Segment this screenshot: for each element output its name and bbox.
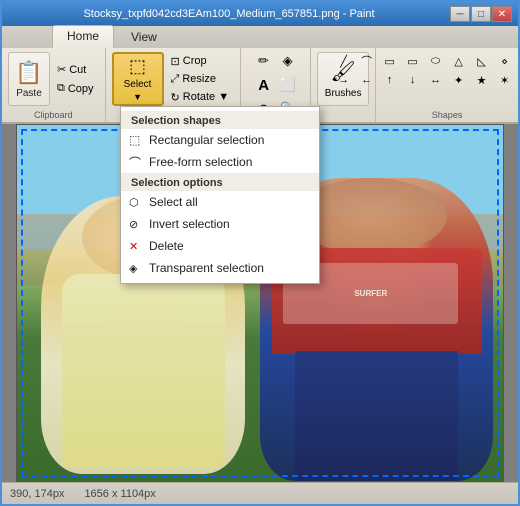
copy-button[interactable]: ⧉ Copy	[52, 80, 99, 98]
selection-shapes-header: Selection shapes	[121, 111, 319, 129]
shape-rect[interactable]: ▭	[379, 52, 401, 70]
clipboard-content: 📋 Paste ✂ Cut ⧉ Copy	[8, 48, 99, 108]
eraser-tool[interactable]: ⬜	[277, 74, 299, 96]
cut-button[interactable]: ✂ Cut	[52, 61, 99, 79]
shapes-label: Shapes	[376, 110, 518, 120]
select-all-icon: ⬡	[129, 196, 139, 209]
title-bar: 💾 ↩ ↪ ▼ Stocksy_txpfd042cd3EAm100_Medium…	[2, 2, 518, 26]
copy-label: Copy	[68, 83, 94, 95]
crop-label: Crop	[183, 55, 207, 67]
shape-star6[interactable]: ✶	[494, 71, 516, 89]
image-content: ⬚ Select ▼ ⊡ Crop ⤢ Resize ↻ Rotate	[112, 48, 235, 108]
resize-button[interactable]: ⤢ Resize	[166, 71, 235, 88]
copy-icon: ⧉	[57, 82, 65, 95]
window-title: Stocksy_txpfd042cd3EAm100_Medium_657851.…	[8, 8, 450, 20]
main-window: 💾 ↩ ↪ ▼ Stocksy_txpfd042cd3EAm100_Medium…	[0, 0, 520, 506]
paste-button[interactable]: 📋 Paste	[8, 52, 50, 106]
minimize-button[interactable]: ─	[450, 6, 470, 22]
cut-icon: ✂	[57, 63, 66, 76]
shape-line[interactable]: ╱	[333, 52, 355, 70]
dropdown-menu: Selection shapes ⬚ Rectangular selection…	[120, 106, 320, 284]
freeform-icon: ⌒	[129, 154, 141, 171]
window-controls: ─ □ ✕	[450, 6, 512, 22]
paste-icon: 📋	[15, 60, 42, 86]
shape-callout[interactable]: 💬	[517, 71, 520, 89]
tab-view[interactable]: View	[116, 26, 172, 48]
shape-ellipse[interactable]: ⬭	[425, 52, 447, 70]
text-tool[interactable]: A	[253, 74, 275, 96]
clipboard-label: Clipboard	[2, 110, 105, 120]
image-action-buttons: ⊡ Crop ⤢ Resize ↻ Rotate ▼	[166, 53, 235, 106]
select-dropdown-icon: ▼	[133, 92, 142, 102]
maximize-button[interactable]: □	[471, 6, 491, 22]
fill-tool[interactable]: ◈	[277, 50, 299, 72]
shape-right-triangle[interactable]: ◺	[471, 52, 493, 70]
crop-button[interactable]: ⊡ Crop	[166, 53, 235, 70]
size-display: 1656 x 1104px	[84, 488, 155, 500]
shape-arrow-down[interactable]: ↓	[402, 71, 424, 89]
selection-options-header: Selection options	[121, 173, 319, 191]
invert-selection-item[interactable]: ⊘ Invert selection	[121, 213, 319, 235]
crop-icon: ⊡	[171, 55, 180, 68]
rectangular-selection-item[interactable]: ⬚ Rectangular selection	[121, 129, 319, 151]
select-all-item[interactable]: ⬡ Select all	[121, 191, 319, 213]
shape-roundrect[interactable]: ▭	[402, 52, 424, 70]
shape-diamond[interactable]: ⋄	[494, 52, 516, 70]
coords-display: 390, 174px	[10, 488, 64, 500]
select-label: Select	[124, 79, 152, 90]
resize-label: Resize	[182, 73, 216, 85]
paste-label: Paste	[16, 88, 42, 99]
resize-icon: ⤢	[171, 73, 180, 86]
rotate-icon: ↻	[171, 91, 180, 104]
rotate-button[interactable]: ↻ Rotate ▼	[166, 89, 235, 106]
rectangular-icon: ⬚	[129, 133, 140, 147]
tab-home[interactable]: Home	[52, 25, 114, 48]
select-button[interactable]: ⬚ Select ▼	[112, 52, 164, 106]
clipboard-group: 📋 Paste ✂ Cut ⧉ Copy Clipboard	[2, 48, 106, 122]
shape-star4[interactable]: ✦	[448, 71, 470, 89]
cut-copy-buttons: ✂ Cut ⧉ Copy	[52, 61, 99, 98]
shape-arrow[interactable]: →	[333, 71, 355, 89]
person-right-bottom	[295, 351, 458, 481]
shape-curve[interactable]: ⌒	[356, 52, 378, 70]
shape-arrow-left[interactable]: ←	[356, 71, 378, 89]
delete-item[interactable]: ✕ Delete	[121, 235, 319, 257]
shape-4point-arrow[interactable]: ↔	[425, 71, 447, 89]
shapes-group: ╱ ⌒ ▭ ▭ ⬭ △ ◺ ⋄ ⬠ ⬡ → ← ↑ ↓ ↔ ✦ ★ ✶ 💬 ♥	[376, 48, 518, 122]
shape-pentagon[interactable]: ⬠	[517, 52, 520, 70]
transparent-selection-item[interactable]: ◈ Transparent selection	[121, 257, 319, 279]
person-left-body	[62, 274, 225, 468]
shapes-content: ╱ ⌒ ▭ ▭ ⬭ △ ◺ ⋄ ⬠ ⬡ → ← ↑ ↓ ↔ ✦ ★ ✶ 💬 ♥	[329, 48, 520, 112]
cut-label: Cut	[69, 64, 86, 76]
delete-icon: ✕	[129, 240, 138, 253]
free-form-selection-item[interactable]: ⌒ Free-form selection	[121, 151, 319, 173]
select-icon: ⬚	[129, 56, 146, 77]
shape-star5[interactable]: ★	[471, 71, 493, 89]
invert-icon: ⊘	[129, 218, 138, 231]
rotate-label: Rotate ▼	[183, 91, 229, 103]
transparent-icon: ◈	[129, 262, 137, 275]
pencil-tool[interactable]: ✏	[253, 50, 275, 72]
shape-triangle[interactable]: △	[448, 52, 470, 70]
close-button[interactable]: ✕	[492, 6, 512, 22]
ribbon-tab-bar: Home View	[2, 26, 518, 48]
status-bar: 390, 174px 1656 x 1104px	[2, 482, 518, 504]
shape-arrow-up[interactable]: ↑	[379, 71, 401, 89]
